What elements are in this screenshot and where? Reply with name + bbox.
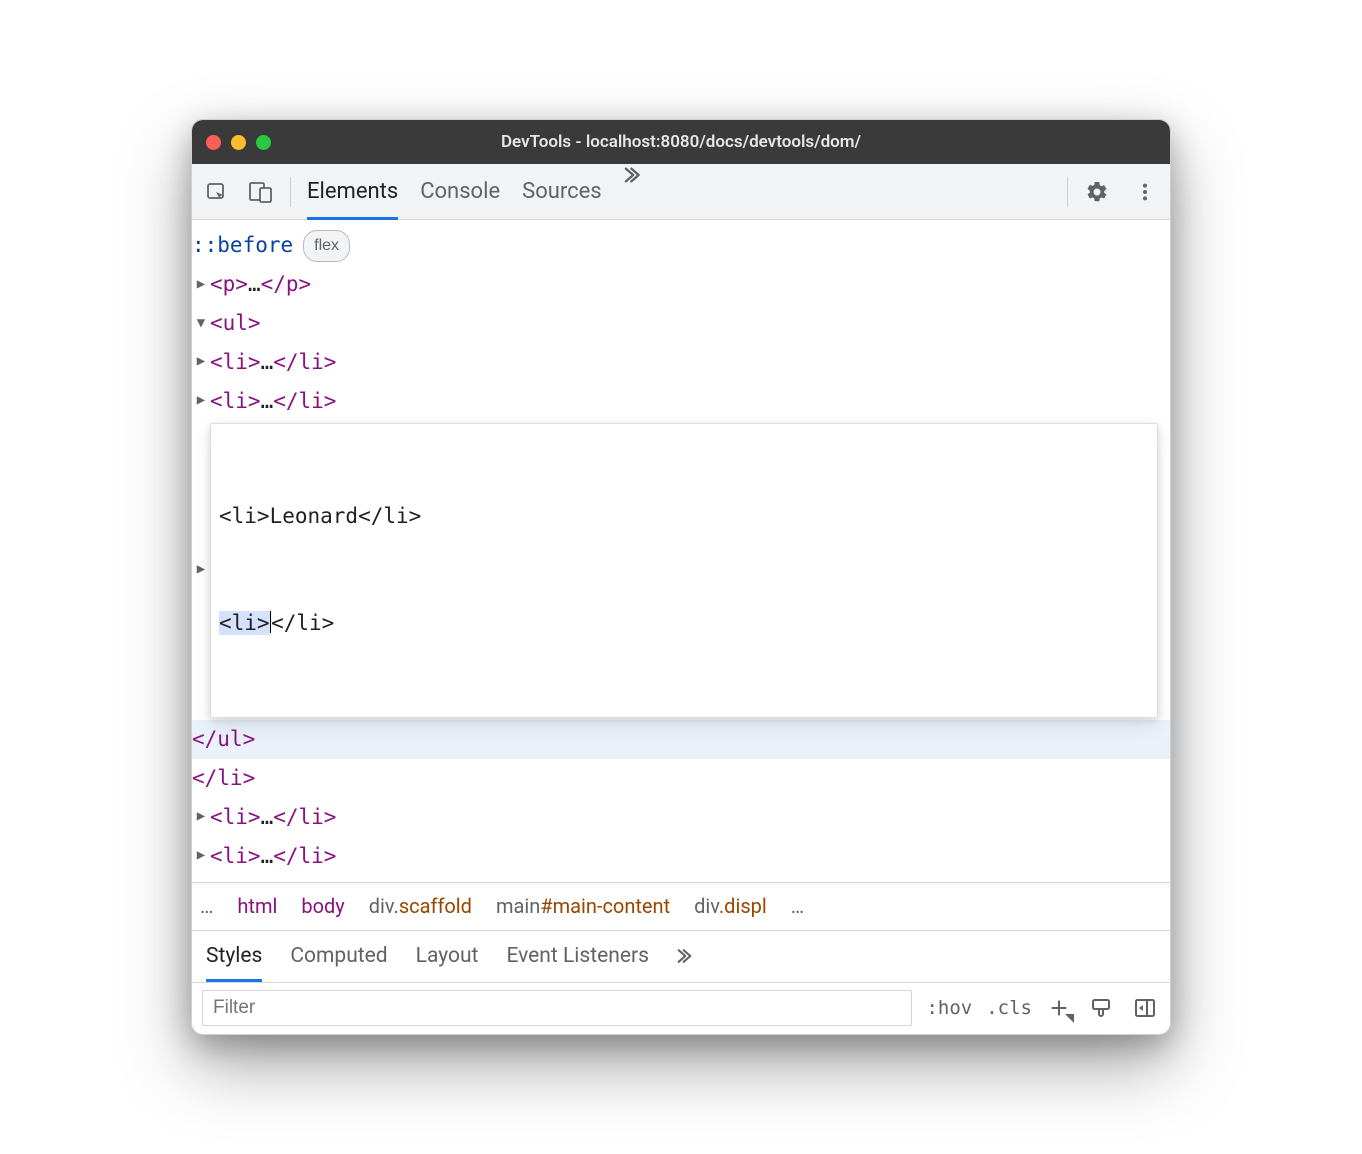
hov-toggle[interactable]: :hov [926, 997, 972, 1019]
dom-row-li-4[interactable]: ▶ <li>…</li> [192, 837, 1170, 876]
styles-tab-layout[interactable]: Layout [416, 931, 479, 982]
styles-filter-input[interactable] [202, 990, 912, 1026]
expand-triangle-icon[interactable]: ▶ [192, 272, 210, 298]
maximize-window-button[interactable] [256, 135, 271, 150]
expand-triangle-icon[interactable]: ▶ [192, 804, 210, 830]
styles-tab-styles[interactable]: Styles [206, 931, 262, 982]
expand-triangle-icon[interactable]: ▶ [192, 843, 210, 869]
minimize-window-button[interactable] [231, 135, 246, 150]
styles-toolbar: :hov .cls [192, 982, 1170, 1034]
devtools-window: DevTools - localhost:8080/docs/devtools/… [191, 119, 1171, 1034]
breadcrumb-div-displ[interactable]: div.displ [694, 894, 767, 918]
dom-row-li-3[interactable]: ▶ <li>…</li> [192, 798, 1170, 837]
dom-row-li-1[interactable]: ▶ <li>…</li> [192, 343, 1170, 382]
new-style-rule-icon[interactable] [1046, 995, 1072, 1021]
breadcrumb-div-scaffold[interactable]: div.scaffold [369, 894, 472, 918]
breadcrumb-overflow-right[interactable]: … [791, 894, 804, 918]
dom-row-ul-open[interactable]: ▼ <ul> [192, 304, 1170, 343]
dom-row-p[interactable]: ▶ <p>…</p> [192, 265, 1170, 304]
dom-row-li-close[interactable]: </li> [192, 759, 1170, 798]
dom-row-edit-container: ▶ <li>Leonard</li> <li></li> [192, 421, 1170, 721]
traffic-lights [206, 135, 271, 150]
toggle-sidebar-icon[interactable] [1130, 993, 1160, 1023]
edit-line-2: <li></li> [219, 606, 1149, 642]
dom-breadcrumb: … html body div.scaffold main#main-conte… [192, 882, 1170, 930]
expand-triangle-icon[interactable]: ▶ [192, 349, 210, 375]
expand-triangle-icon[interactable]: ▶ [192, 388, 210, 414]
toolbar-right [1067, 177, 1160, 207]
breadcrumb-overflow-left[interactable]: … [200, 894, 213, 918]
tab-console[interactable]: Console [420, 164, 500, 219]
close-window-button[interactable] [206, 135, 221, 150]
collapse-triangle-icon[interactable]: ▼ [192, 311, 210, 337]
expand-triangle-icon[interactable]: ▶ [192, 557, 210, 583]
settings-gear-icon[interactable] [1082, 177, 1112, 207]
dom-row-li-2[interactable]: ▶ <li>…</li> [192, 382, 1170, 421]
breadcrumb-body[interactable]: body [301, 894, 344, 918]
breadcrumb-main[interactable]: main#main-content [496, 894, 670, 918]
toolbar-left [202, 177, 291, 207]
main-toolbar: Elements Console Sources [192, 164, 1170, 220]
dom-row-pseudo[interactable]: ::beforeflex [192, 226, 1170, 265]
dom-row-ul-close[interactable]: </ul> [192, 720, 1170, 759]
cls-toggle[interactable]: .cls [986, 997, 1032, 1019]
breadcrumb-html[interactable]: html [237, 894, 277, 918]
styles-brush-icon[interactable] [1086, 993, 1116, 1023]
device-toggle-icon[interactable] [246, 177, 276, 207]
main-tabs: Elements Console Sources [299, 164, 1067, 219]
kebab-menu-icon[interactable] [1130, 177, 1160, 207]
styles-tab-computed[interactable]: Computed [290, 931, 387, 982]
edit-line-1: <li>Leonard</li> [219, 499, 1149, 535]
styles-tab-event-listeners[interactable]: Event Listeners [506, 931, 648, 982]
html-edit-box[interactable]: <li>Leonard</li> <li></li> [210, 423, 1158, 719]
more-styles-tabs-icon[interactable] [677, 946, 697, 966]
flex-badge[interactable]: flex [303, 230, 350, 262]
tab-elements[interactable]: Elements [307, 164, 398, 219]
more-tabs-icon[interactable] [624, 164, 646, 219]
window-title: DevTools - localhost:8080/docs/devtools/… [192, 132, 1170, 152]
tab-sources[interactable]: Sources [522, 164, 602, 219]
titlebar: DevTools - localhost:8080/docs/devtools/… [192, 120, 1170, 164]
styles-tabs: Styles Computed Layout Event Listeners [192, 930, 1170, 982]
dom-tree[interactable]: ::beforeflex ▶ <p>…</p> ▼ <ul> ▶ <li>…</… [192, 220, 1170, 881]
inspect-element-icon[interactable] [202, 177, 232, 207]
